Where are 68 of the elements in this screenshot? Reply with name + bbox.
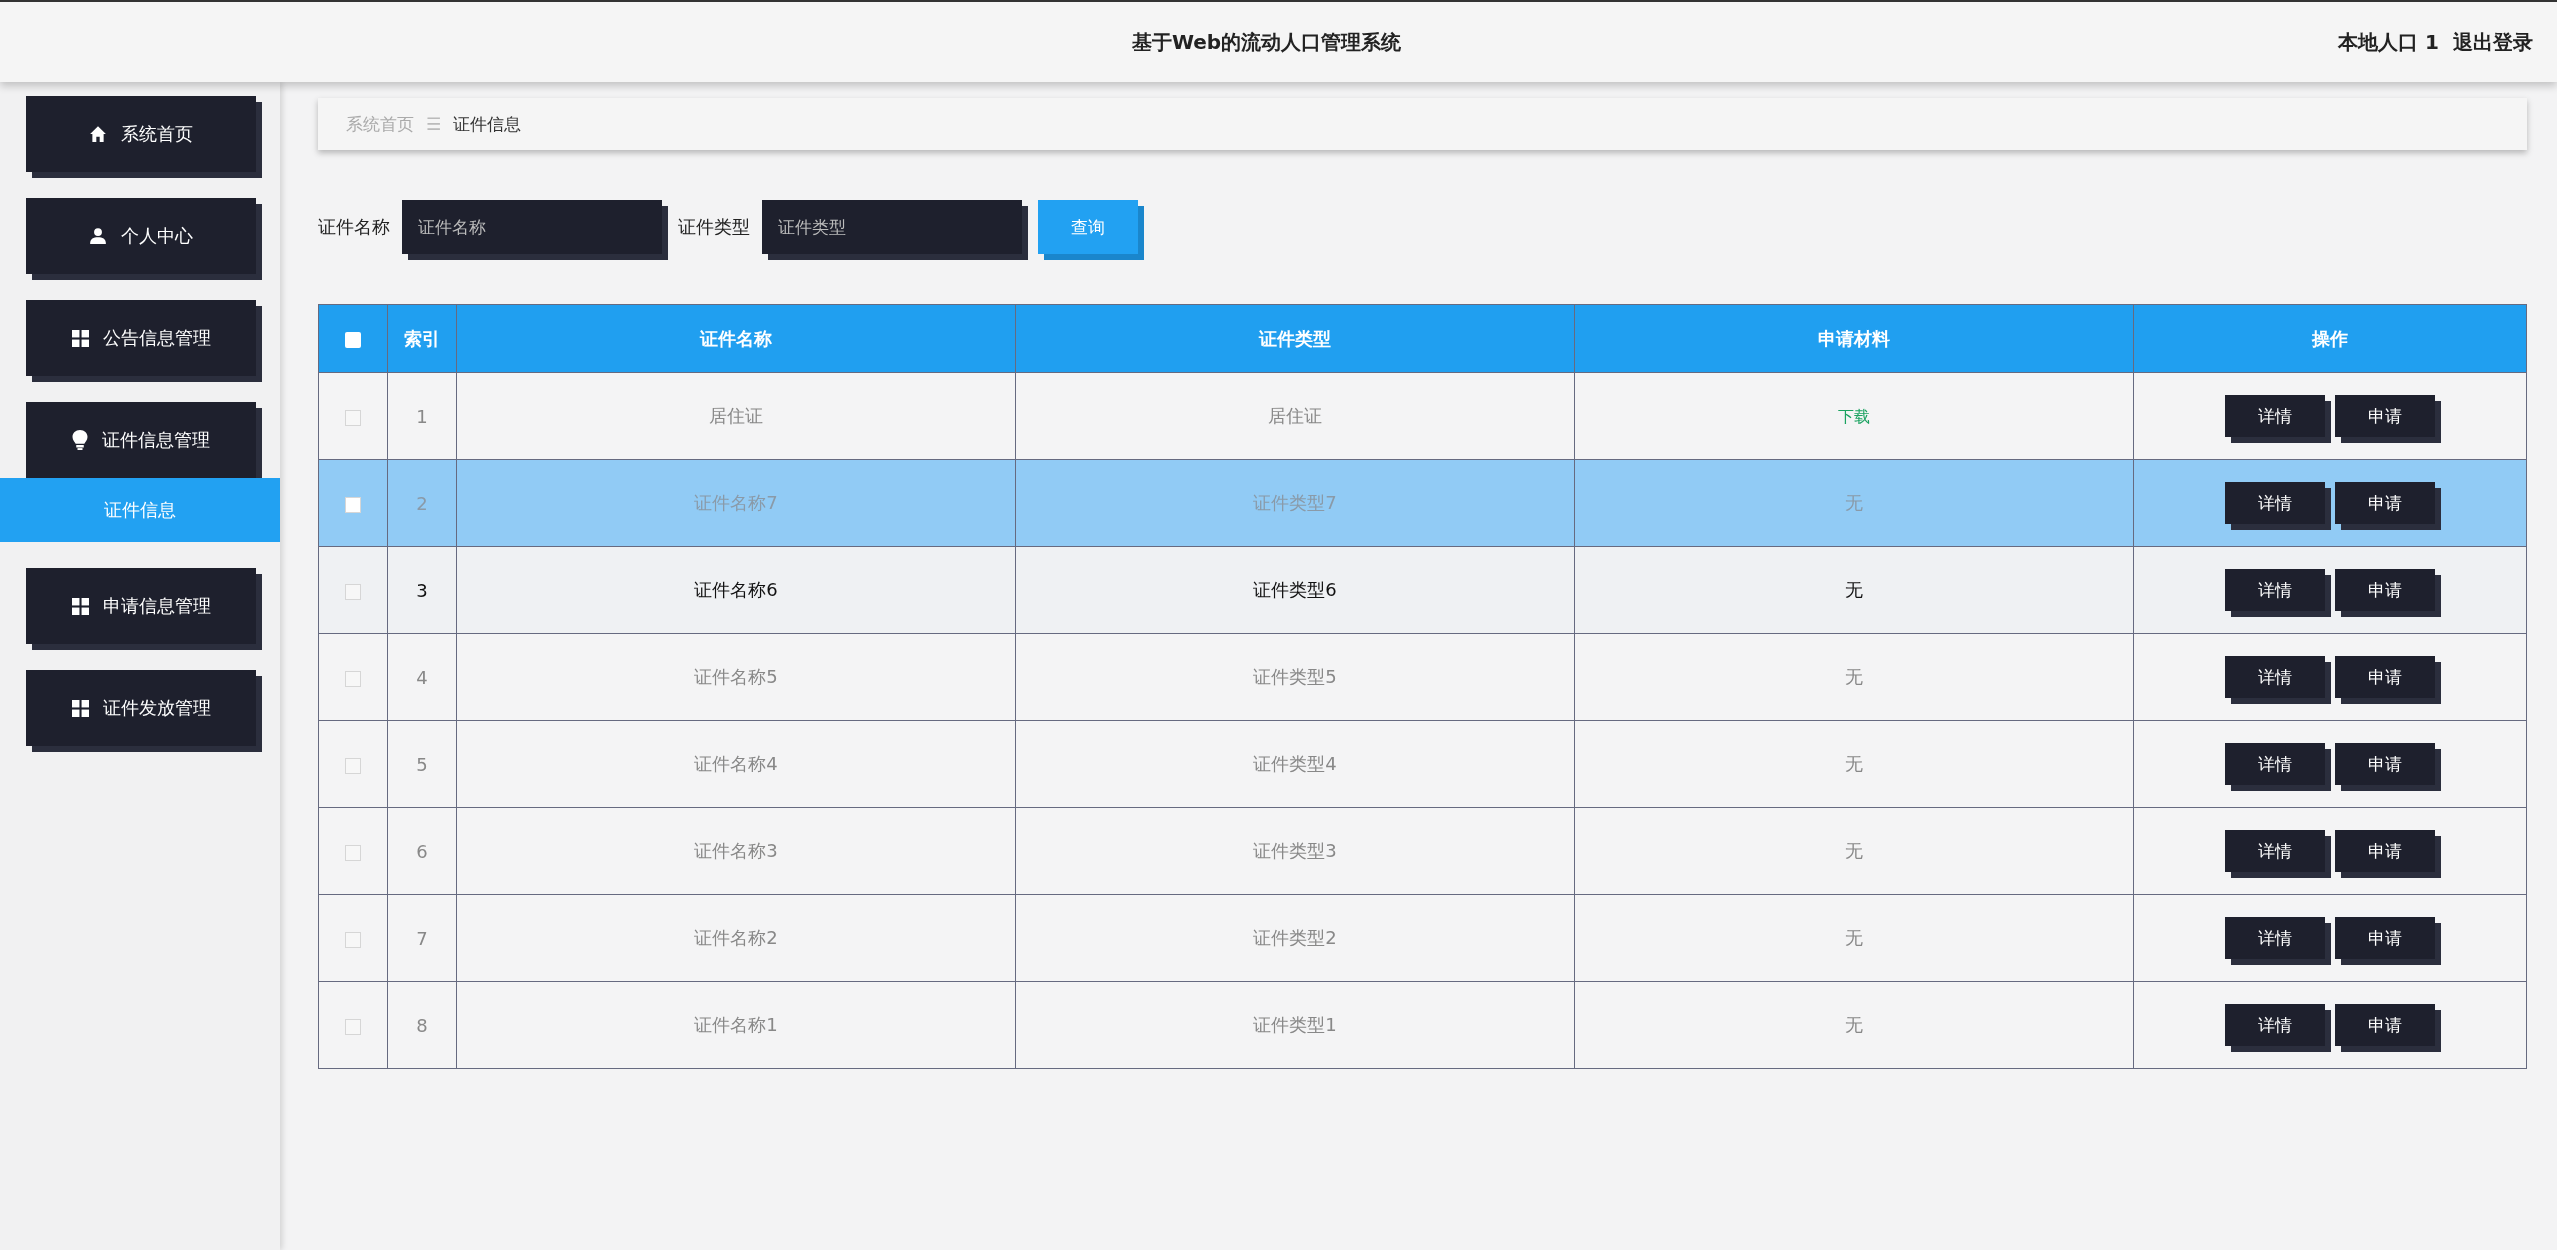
row-checkbox[interactable] (345, 757, 361, 774)
breadcrumb-separator: ☰ (426, 114, 442, 134)
table-row[interactable]: 4 证件名称5 证件类型5 无 详情 申请 (318, 633, 2527, 721)
table-cell: 证件名称1 (694, 1014, 778, 1035)
grid-icon (71, 699, 89, 717)
column-header: 操作 (2312, 327, 2348, 349)
table-row[interactable]: 3 证件名称6 证件类型6 无 详情 申请 (318, 546, 2527, 634)
row-checkbox[interactable] (345, 1018, 361, 1035)
user-icon (89, 227, 107, 245)
column-header: 申请材料 (1818, 327, 1890, 349)
table-cell: 证件类型5 (1253, 666, 1337, 687)
table-row[interactable]: 1 居住证 居住证 下载 详情 申请 (318, 372, 2527, 460)
table-cell: 居住证 (709, 405, 763, 426)
search-field[interactable]: 证件类型 (762, 200, 1022, 254)
row-checkbox[interactable] (345, 670, 361, 687)
table-cell: 居住证 (1268, 405, 1322, 426)
system-title: 基于Web的流动人口管理系统 (1131, 28, 1402, 56)
table-cell: 无 (1845, 579, 1863, 600)
table-cell: 证件类型6 (1253, 579, 1337, 600)
search-field[interactable]: 证件名称 (402, 200, 662, 254)
table-cell: 证件类型4 (1253, 753, 1337, 774)
row-checkbox[interactable] (345, 844, 361, 861)
field-label: 证件名称 (318, 215, 390, 239)
table-cell: 证件名称7 (694, 492, 778, 513)
grid-icon (71, 597, 89, 615)
row-checkbox[interactable] (345, 931, 361, 948)
table-cell: 3 (416, 579, 428, 601)
table-cell: 证件名称3 (694, 840, 778, 861)
table-cell: 证件名称4 (694, 753, 778, 774)
table-cell: 2 (416, 492, 428, 514)
table-cell: 证件名称6 (694, 579, 778, 600)
grid-icon (71, 329, 89, 347)
table-row[interactable]: 5 证件名称4 证件类型4 无 详情 申请 (318, 720, 2527, 808)
row-checkbox[interactable] (345, 409, 361, 426)
lightbulb-icon (72, 430, 88, 450)
breadcrumb-item: 证件信息 (453, 112, 522, 136)
home-icon (89, 125, 107, 143)
field-label: 证件类型 (678, 215, 750, 239)
table-cell: 4 (416, 666, 428, 688)
table-row[interactable]: 8 证件名称1 证件类型1 无 详情 申请 (318, 981, 2527, 1069)
row-checkbox[interactable] (345, 496, 361, 513)
table-row[interactable]: 6 证件名称3 证件类型3 无 详情 申请 (318, 807, 2527, 895)
table-cell: 无 (1845, 1014, 1863, 1035)
column-header: 证件类型 (1259, 327, 1331, 349)
table-cell: 6 (416, 840, 428, 862)
table-cell: 无 (1845, 666, 1863, 687)
table-cell: 无 (1845, 753, 1863, 774)
table-cell: 证件类型1 (1253, 1014, 1337, 1035)
table-row[interactable]: 7 证件名称2 证件类型2 无 详情 申请 (318, 894, 2527, 982)
column-header: 索引 (404, 327, 440, 349)
table-cell: 证件类型7 (1253, 492, 1337, 513)
table-cell: 无 (1845, 840, 1863, 861)
table-cell: 证件名称5 (694, 666, 778, 687)
table-cell: 证件名称2 (694, 927, 778, 948)
table-cell: 5 (416, 753, 428, 775)
select-all-checkbox[interactable] (345, 332, 361, 348)
table-cell: 无 (1845, 927, 1863, 948)
table-cell: 7 (416, 927, 428, 949)
table-cell: 无 (1845, 492, 1863, 513)
table-row[interactable]: 2 证件名称7 证件类型7 无 详情 申请 (318, 459, 2527, 547)
logout-link[interactable]: 退出登录 (2453, 28, 2533, 56)
table-cell: 证件类型3 (1253, 840, 1337, 861)
user-name: 本地人口 1 (2338, 28, 2439, 56)
column-header: 证件名称 (700, 327, 772, 349)
row-checkbox[interactable] (345, 583, 361, 600)
table-cell: 8 (416, 1014, 428, 1036)
table-cell: 证件类型2 (1253, 927, 1337, 948)
table-cell: 1 (416, 405, 428, 427)
